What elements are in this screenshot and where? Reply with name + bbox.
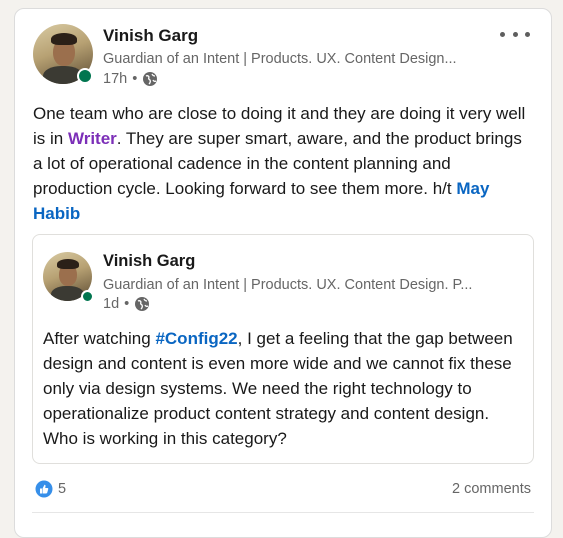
post-text: One team who are close to doing it and t… bbox=[33, 101, 533, 226]
sep: • bbox=[132, 71, 138, 87]
comments-count-link[interactable]: 2 comments bbox=[452, 481, 531, 497]
company-mention-link[interactable]: Writer bbox=[68, 129, 117, 148]
more-horizontal-icon[interactable] bbox=[500, 27, 530, 41]
like-icon bbox=[35, 480, 53, 498]
author-avatar-wrap[interactable] bbox=[33, 24, 93, 84]
divider bbox=[32, 512, 534, 513]
reshared-post-time: 1d bbox=[103, 296, 120, 312]
reshared-post[interactable]: Vinish Garg Guardian of an Intent | Prod… bbox=[32, 234, 534, 464]
author-headline: Guardian of an Intent | Products. UX. Co… bbox=[103, 51, 457, 67]
reshared-post-text: After watching #Config22, I get a feelin… bbox=[43, 326, 518, 451]
post-time: 17h bbox=[103, 71, 128, 87]
post-card: Vinish Garg Guardian of an Intent | Prod… bbox=[14, 8, 552, 538]
reshared-author-headline: Guardian of an Intent | Products. UX. Co… bbox=[103, 277, 473, 293]
reshared-text-part1: After watching bbox=[43, 329, 156, 348]
post-meta: 17h • bbox=[103, 71, 158, 87]
reshared-author-name[interactable]: Vinish Garg bbox=[103, 252, 195, 271]
reactions-summary[interactable]: 5 bbox=[35, 480, 66, 498]
globe-icon bbox=[143, 72, 158, 86]
sep: • bbox=[124, 296, 130, 312]
reaction-count: 5 bbox=[58, 481, 67, 497]
online-status-icon bbox=[77, 68, 93, 84]
reshared-online-status-icon bbox=[81, 290, 94, 303]
reshared-meta: 1d • bbox=[103, 296, 150, 312]
author-name[interactable]: Vinish Garg bbox=[103, 26, 198, 46]
hashtag-link[interactable]: #Config22 bbox=[155, 329, 237, 348]
globe-icon bbox=[135, 297, 150, 311]
reshared-avatar-wrap[interactable] bbox=[43, 252, 94, 303]
